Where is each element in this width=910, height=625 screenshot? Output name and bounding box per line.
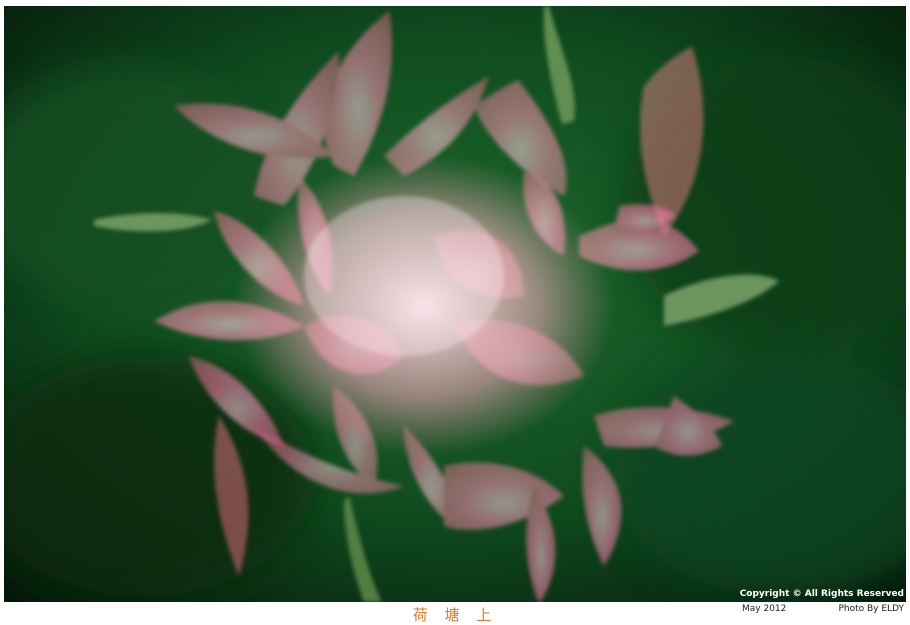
- photo-credit: Photo By ELDY: [838, 604, 904, 614]
- lotus-photo: [4, 6, 906, 602]
- photo-date: May 2012: [742, 604, 787, 614]
- lotus-artwork: [4, 6, 906, 602]
- copyright-notice: Copyright © All Rights Reserved: [739, 589, 904, 599]
